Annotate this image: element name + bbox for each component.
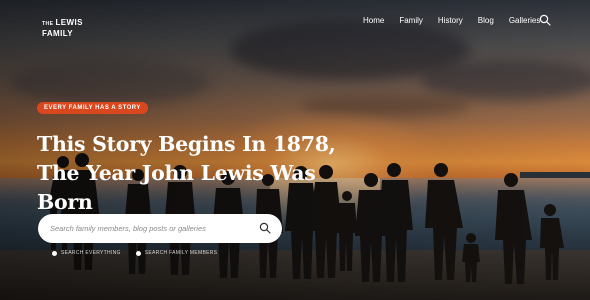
option-label: SEARCH EVERYTHING [61,250,121,256]
option-search-everything[interactable]: SEARCH EVERYTHING [52,250,121,256]
headline-line-2: The Year John Lewis Was Born [37,161,316,214]
radio-selected-icon[interactable] [52,250,57,256]
logo-prefix: THE [42,21,54,27]
main-nav: Home Family History Blog Galleries [363,16,555,25]
headline-line-1: This Story Begins In 1878, [37,132,336,156]
tagline-badge: EVERY FAMILY HAS A STORY [37,102,148,114]
hero-search-box [38,214,282,243]
option-label: SEARCH FAMILY MEMBERS [144,250,218,256]
nav-item-family[interactable]: Family [399,16,423,25]
option-search-family-members[interactable]: SEARCH FAMILY MEMBERS [135,250,218,256]
site-logo[interactable]: THE LEWIS FAMILY [42,12,83,38]
search-input[interactable] [50,214,250,243]
nav-item-history[interactable]: History [438,16,463,25]
logo-name: LEWIS [55,18,83,27]
search-icon[interactable] [259,222,271,234]
search-scope-options: SEARCH EVERYTHING SEARCH FAMILY MEMBERS [52,250,232,256]
nav-item-blog[interactable]: Blog [478,16,494,25]
radio-unselected-icon[interactable] [135,250,141,256]
hero-headline: This Story Begins In 1878, The Year John… [37,130,377,217]
nav-item-galleries[interactable]: Galleries [509,16,541,25]
logo-family: FAMILY [42,29,73,38]
search-icon[interactable] [539,14,551,26]
nav-item-home[interactable]: Home [363,16,384,25]
